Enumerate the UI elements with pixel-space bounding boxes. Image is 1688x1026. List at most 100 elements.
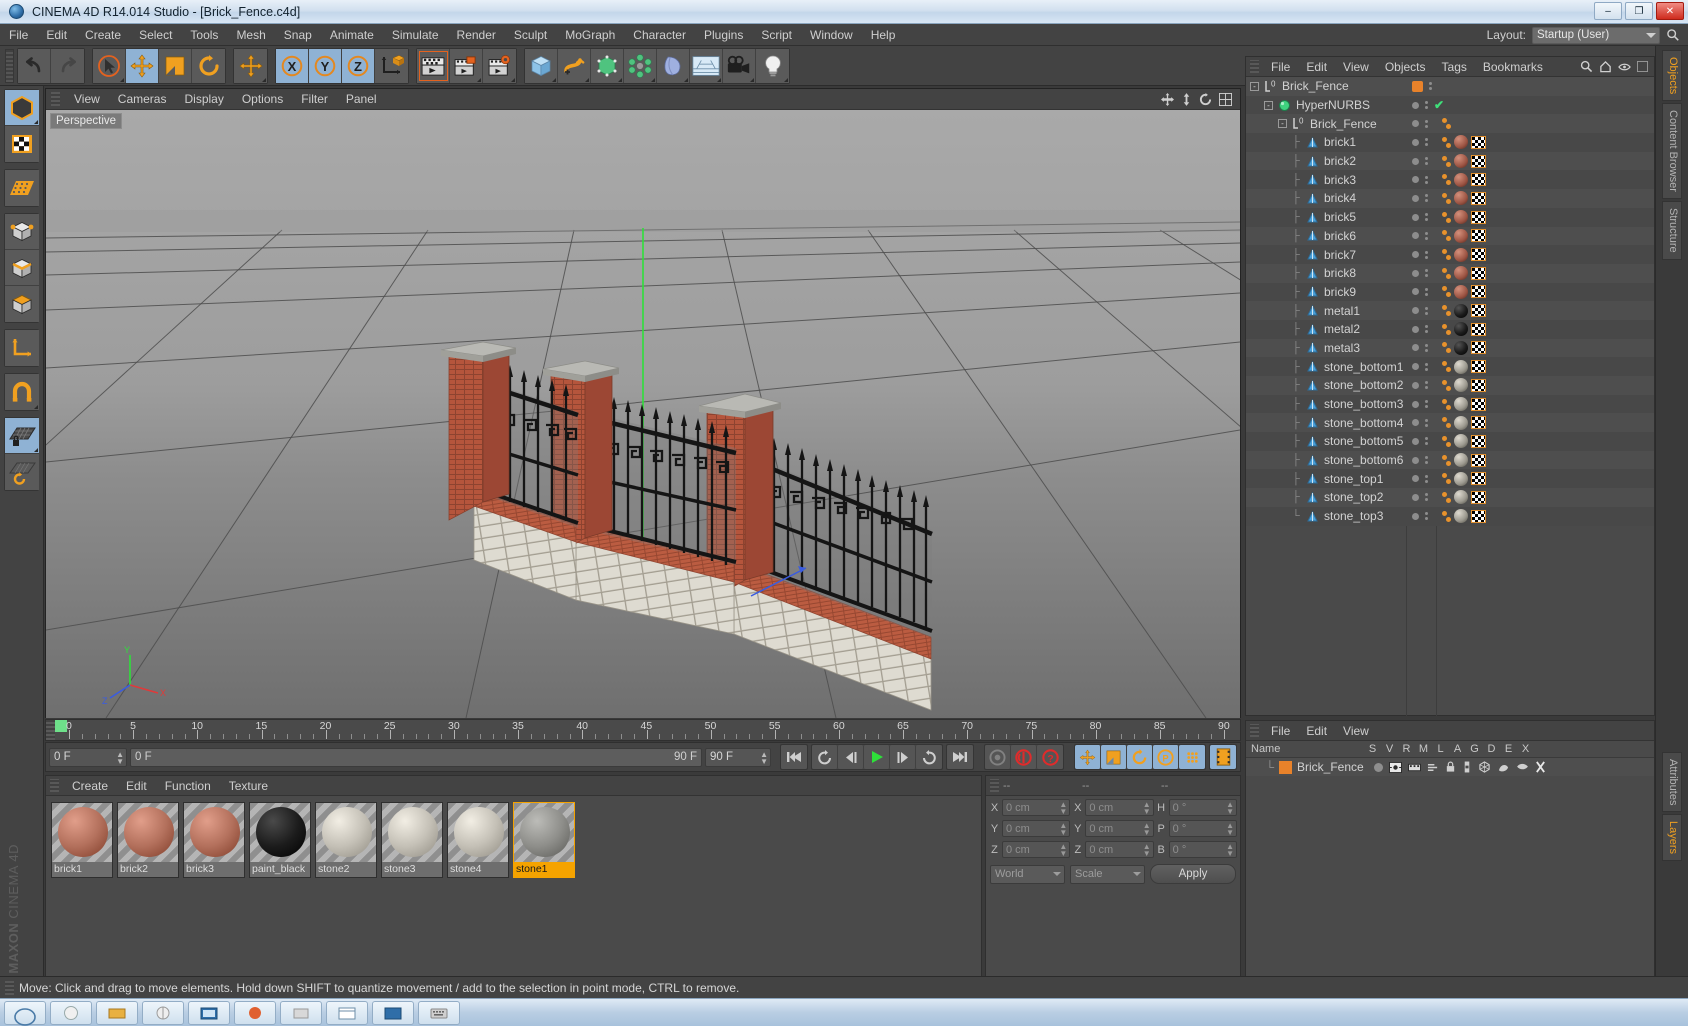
phong-tag-icon[interactable]	[1442, 398, 1451, 410]
redo-button[interactable]	[51, 48, 84, 83]
object-axis-button[interactable]	[5, 330, 39, 366]
menu-file[interactable]: File	[0, 24, 37, 46]
world-coordinate-system-button[interactable]	[375, 48, 408, 83]
uvw-tag-icon[interactable]	[1471, 360, 1486, 374]
object-enable-dot[interactable]	[1412, 288, 1419, 296]
coordinate-position-input[interactable]: 0 cm ▲ ▼	[1002, 820, 1071, 837]
object-visibility-toggle[interactable]	[1425, 250, 1428, 259]
layers-menu-grip[interactable]	[1250, 724, 1259, 737]
material-tag-icon[interactable]	[1454, 154, 1468, 169]
layout-dropdown[interactable]: Startup (User)	[1532, 26, 1660, 44]
menu-create[interactable]: Create	[76, 24, 130, 46]
coordinate-position-input[interactable]: 0 cm ▲ ▼	[1002, 841, 1071, 858]
polygons-select-button[interactable]	[5, 286, 39, 322]
object-visibility-toggle[interactable]	[1425, 269, 1428, 278]
layers-column-header[interactable]: S	[1364, 743, 1381, 755]
object-row[interactable]: ├ brick9	[1246, 282, 1654, 302]
close-button[interactable]: ✕	[1656, 2, 1684, 20]
object-row[interactable]: - HyperNURBS ✔	[1246, 95, 1654, 115]
object-menu-file[interactable]: File	[1263, 57, 1298, 77]
points-select-button[interactable]	[5, 214, 39, 250]
object-row[interactable]: ├ stone_bottom5	[1246, 432, 1654, 451]
material-tag-icon[interactable]	[1454, 228, 1468, 243]
material-tag-icon[interactable]	[1454, 191, 1468, 206]
viewport-menu-cameras[interactable]: Cameras	[109, 89, 176, 110]
undo-button[interactable]	[18, 48, 51, 83]
object-enable-dot[interactable]	[1412, 419, 1419, 427]
phong-tag-icon[interactable]	[1442, 155, 1451, 167]
material-tag-icon[interactable]	[1454, 340, 1468, 355]
object-menu-view[interactable]: View	[1335, 57, 1377, 77]
object-enable-dot[interactable]	[1412, 512, 1419, 520]
object-enable-dot[interactable]	[1412, 80, 1423, 92]
coordinate-size-input[interactable]: 0 cm ▲ ▼	[1085, 841, 1154, 858]
object-row[interactable]: ├ brick2	[1246, 151, 1654, 171]
layers-menu-file[interactable]: File	[1263, 721, 1298, 741]
uvw-tag-icon[interactable]	[1471, 341, 1486, 355]
layers-column-header[interactable]: A	[1449, 743, 1466, 755]
object-enable-dot[interactable]	[1412, 176, 1419, 184]
record-position-button[interactable]	[1075, 745, 1101, 769]
object-row[interactable]: ├ brick1	[1246, 133, 1654, 152]
object-row[interactable]: ├ metal2	[1246, 319, 1654, 339]
object-visibility-toggle[interactable]	[1425, 157, 1428, 166]
autokeying-button[interactable]	[1011, 745, 1037, 769]
layer-expression-icon[interactable]	[1516, 763, 1529, 772]
object-visibility-toggle[interactable]	[1429, 82, 1432, 91]
object-menu-objects[interactable]: Objects	[1377, 57, 1434, 77]
taskbar-item-3[interactable]	[96, 1000, 138, 1025]
rotate-tool-button[interactable]	[192, 48, 225, 83]
layer-row[interactable]: └ Brick_Fence	[1246, 758, 1654, 776]
phong-tag-icon[interactable]	[1442, 323, 1451, 335]
object-row[interactable]: ├ metal1	[1246, 301, 1654, 320]
record-parameter-button[interactable]: P	[1153, 745, 1179, 769]
spinner-icon[interactable]: ▲ ▼	[1059, 843, 1067, 858]
object-visibility-toggle[interactable]	[1425, 138, 1428, 147]
layers-menu-view[interactable]: View	[1335, 721, 1377, 741]
object-menu-bookmarks[interactable]: Bookmarks	[1475, 57, 1551, 77]
layer-render-icon[interactable]	[1407, 762, 1421, 773]
phong-tag-icon[interactable]	[1442, 174, 1451, 186]
record-active-objects-button[interactable]	[985, 745, 1011, 769]
lock-workplane-button[interactable]	[5, 418, 39, 454]
material-tag-icon[interactable]	[1454, 359, 1468, 374]
object-row[interactable]: ├ stone_top2	[1246, 488, 1654, 507]
object-row[interactable]: ├ brick5	[1246, 207, 1654, 227]
uvw-tag-icon[interactable]	[1471, 248, 1486, 262]
material-swatch[interactable]: paint_black	[249, 802, 311, 878]
taskbar-item-5[interactable]	[188, 1000, 230, 1025]
layer-manager-icon[interactable]	[1427, 762, 1439, 773]
uvw-tag-icon[interactable]	[1471, 509, 1486, 523]
object-row[interactable]: - 0 Brick_Fence	[1246, 114, 1654, 134]
zoom-view-icon[interactable]	[1181, 92, 1192, 106]
object-row[interactable]: ├ brick4	[1246, 189, 1654, 208]
phong-tag-icon[interactable]	[1442, 249, 1451, 261]
search-icon-2[interactable]	[1580, 60, 1593, 73]
home-icon[interactable]	[1599, 60, 1612, 73]
uvw-tag-icon[interactable]	[1471, 490, 1486, 504]
taskbar-item-7[interactable]	[280, 1000, 322, 1025]
uvw-tag-icon[interactable]	[1471, 285, 1486, 299]
object-row[interactable]: ├ stone_top1	[1246, 469, 1654, 489]
taskbar-item-4[interactable]	[142, 1000, 184, 1025]
spinner-icon[interactable]: ▲ ▼	[116, 750, 124, 765]
object-enable-dot[interactable]	[1412, 456, 1419, 464]
material-swatch[interactable]: brick2	[117, 802, 179, 878]
object-visibility-toggle[interactable]	[1425, 213, 1428, 222]
record-pla-button[interactable]	[1179, 745, 1205, 769]
material-swatch[interactable]: stone2	[315, 802, 377, 878]
live-selection-button[interactable]	[93, 48, 126, 83]
render-region-button[interactable]	[450, 48, 483, 83]
object-enable-dot[interactable]	[1412, 232, 1419, 240]
add-scene-button[interactable]	[690, 48, 723, 83]
spinner-icon[interactable]: ▲ ▼	[1143, 843, 1151, 858]
object-visibility-toggle[interactable]	[1425, 119, 1428, 128]
object-visibility-toggle[interactable]	[1425, 175, 1428, 184]
object-enable-dot[interactable]	[1412, 269, 1419, 277]
object-visibility-toggle[interactable]	[1425, 381, 1428, 390]
viewport-menu-display[interactable]: Display	[175, 89, 232, 110]
layers-column-header[interactable]: Name	[1246, 743, 1364, 755]
material-swatch[interactable]: stone1	[513, 802, 575, 878]
layers-column-header[interactable]: L	[1432, 743, 1449, 755]
timeline-grip[interactable]	[46, 720, 55, 740]
